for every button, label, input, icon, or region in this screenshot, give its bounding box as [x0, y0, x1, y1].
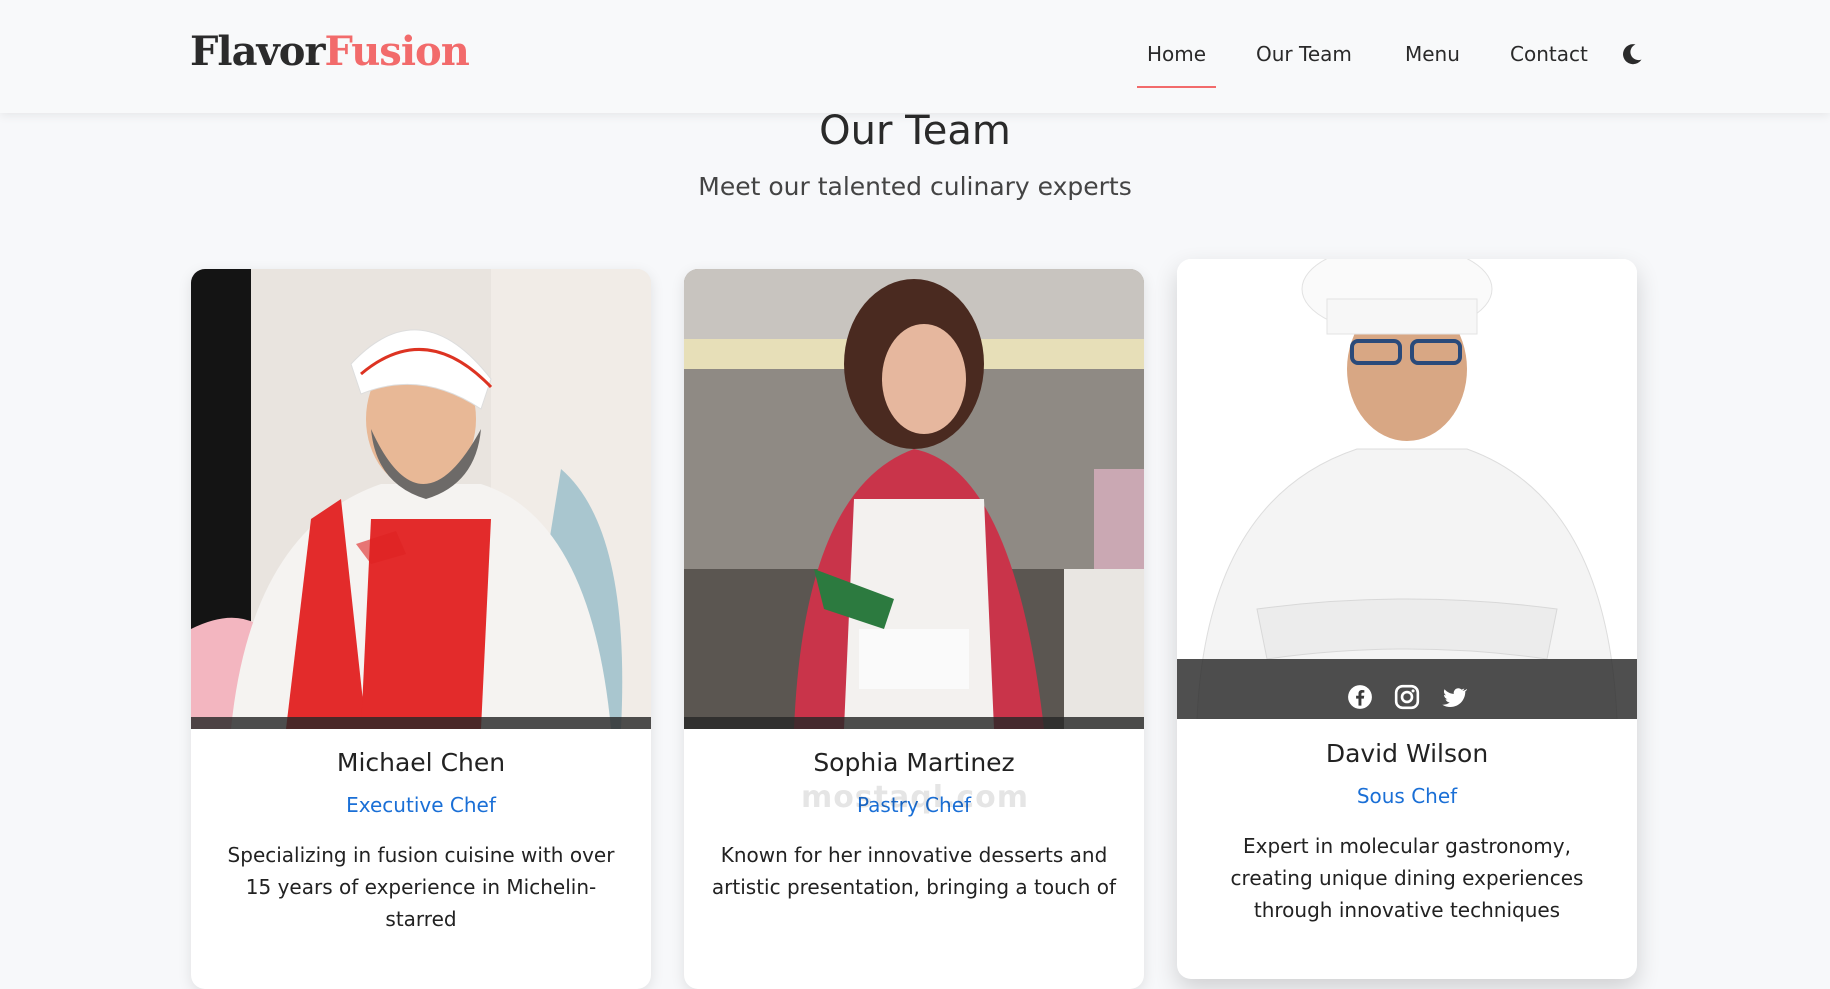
instagram-icon[interactable] [1394, 684, 1420, 710]
brand-part2: Fusion [324, 28, 470, 75]
team-card-sophia: Sophia Martinez Pastry Chef Known for he… [684, 269, 1144, 989]
member-bio: Specializing in fusion cuisine with over… [227, 843, 615, 931]
member-bio: Known for her innovative desserts and ar… [711, 843, 1117, 899]
moon-icon[interactable] [1620, 42, 1644, 66]
chef-photo-sophia [684, 269, 1144, 729]
member-role: Sous Chef [1356, 784, 1458, 808]
nav-home[interactable]: Home [1136, 42, 1217, 88]
nav-our-team[interactable]: Our Team [1256, 42, 1352, 66]
brand-logo[interactable]: FlavorFusion [190, 28, 470, 75]
nav-contact[interactable]: Contact [1510, 42, 1588, 66]
section-title: Our Team [819, 108, 1011, 154]
twitter-icon[interactable] [1441, 684, 1467, 710]
chef-photo-michael [191, 269, 651, 729]
team-card-michael: Michael Chen Executive Chef Specializing… [191, 269, 651, 989]
facebook-icon[interactable] [1347, 684, 1373, 710]
member-name: Michael Chen [336, 748, 506, 777]
navbar: FlavorFusion Home Our Team Menu Contact [0, 0, 1830, 113]
member-name: David Wilson [1325, 739, 1489, 768]
chef-photo-david [1177, 259, 1637, 719]
brand-part1: Flavor [190, 28, 326, 75]
section-subtitle: Meet our talented culinary experts [698, 172, 1132, 201]
team-card-david: David Wilson Sous Chef Expert in molecul… [1177, 259, 1637, 979]
nav-menu[interactable]: Menu [1405, 42, 1460, 66]
member-role: Executive Chef [346, 793, 496, 817]
member-name: Sophia Martinez [813, 748, 1015, 777]
social-overlay [1177, 659, 1637, 719]
watermark: mostaql.com [800, 780, 1030, 815]
